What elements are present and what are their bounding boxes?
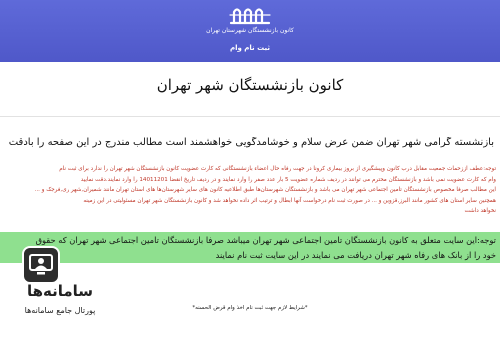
watermark: سامانه‌ها پورتال جامع سامانه‌ها [4, 240, 116, 336]
pension-logo-icon [229, 8, 271, 25]
watermark-tagline: پورتال جامع سامانه‌ها [24, 306, 96, 315]
red-notice-line: توجه:عطف اززحمات جمعیت مقابل درب کانون و… [59, 166, 496, 172]
greeting-text: بازنشسته گرامی شهر تهران ضمن عرض سلام و … [6, 137, 494, 148]
org-name: کانون بازنشستگان شهرستان تهران [206, 27, 294, 34]
page-title: کانون بازنشستگان شهر تهران [156, 76, 344, 94]
monitor-user-icon [22, 246, 60, 284]
site-header: کانون بازنشستگان شهرستان تهران ثبت نام و… [0, 0, 500, 62]
red-notice-line: همچنین سایر استان های کشور مانند البرز,ق… [83, 197, 496, 204]
heading-divider [0, 116, 500, 117]
watermark-brand: سامانه‌ها [26, 282, 94, 300]
red-notice-line: وام که کارت عضویت نمی باشد و بازنشستگان … [80, 176, 496, 183]
loan-registration-title[interactable]: ثبت نام وام [0, 44, 500, 52]
red-notice: توجه:عطف اززحمات جمعیت مقابل درب کانون و… [2, 164, 496, 217]
red-notice-line: نخواهد داشت [464, 208, 496, 215]
red-notice-line: این مطالب صرفا مخصوص بازنشستگان تامین اج… [34, 187, 496, 194]
